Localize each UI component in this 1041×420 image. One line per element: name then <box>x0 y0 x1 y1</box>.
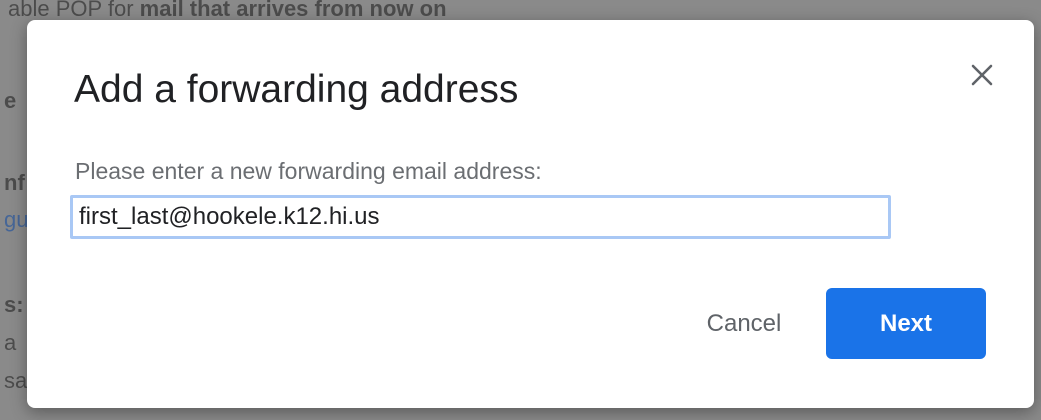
forwarding-email-input[interactable] <box>70 195 891 239</box>
next-button[interactable]: Next <box>826 288 986 359</box>
background-text-line: s: <box>4 292 24 317</box>
background-link: gu <box>4 207 29 232</box>
cancel-button[interactable]: Cancel <box>659 290 829 358</box>
background-text-line: nf <box>4 170 25 195</box>
background-text-line: a <box>4 330 17 355</box>
dialog-title: Add a forwarding address <box>74 68 519 111</box>
background-text-line: able POP for mail that arrives from now … <box>8 0 447 21</box>
forwarding-address-dialog: Add a forwarding address Please enter a … <box>27 20 1034 408</box>
close-icon <box>971 64 993 86</box>
email-prompt-label: Please enter a new forwarding email addr… <box>75 158 542 184</box>
background-text-line: sa <box>4 368 28 393</box>
close-button[interactable] <box>963 56 1001 94</box>
background-text-line: e <box>4 88 17 113</box>
